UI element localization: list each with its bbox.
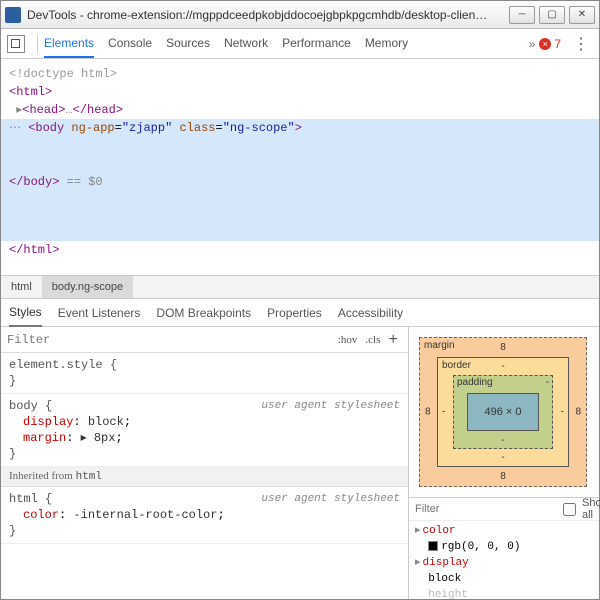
rule-body[interactable]: user agent stylesheet body { display: bl… <box>1 394 408 467</box>
rule-html[interactable]: user agent stylesheet html { color: -int… <box>1 487 408 544</box>
crumb-html[interactable]: html <box>1 276 42 298</box>
body-node-selected[interactable]: ⋯ <body ng-app="zjapp" class="ng-scope">… <box>1 119 599 241</box>
hov-toggle[interactable]: :hov <box>334 334 362 346</box>
swatch-icon <box>428 541 438 551</box>
subtab-properties[interactable]: Properties <box>267 300 322 326</box>
box-model[interactable]: margin 8 8 8 8 border - - - - padding - … <box>409 327 599 497</box>
computed-row[interactable]: height <box>415 587 593 599</box>
new-rule-icon[interactable]: + <box>384 331 402 349</box>
cls-toggle[interactable]: .cls <box>361 334 384 346</box>
window-titlebar: DevTools - chrome-extension://mgppdceedp… <box>1 1 599 29</box>
subtab-event-listeners[interactable]: Event Listeners <box>58 300 141 326</box>
computed-list: ▸color rgb(0, 0, 0) ▸display block heigh… <box>409 521 599 599</box>
kebab-menu-icon[interactable]: ⋮ <box>569 34 593 54</box>
computed-row[interactable]: ▸display block <box>415 555 593 587</box>
head-node[interactable]: ▸<head>…</head> <box>9 101 591 119</box>
app-icon <box>5 7 21 23</box>
tab-memory[interactable]: Memory <box>365 29 408 58</box>
window-buttons: ─ ▢ ✕ <box>509 6 595 24</box>
tab-performance[interactable]: Performance <box>282 29 351 58</box>
box-model-column: margin 8 8 8 8 border - - - - padding - … <box>409 327 599 599</box>
styles-subtabs: Styles Event Listeners DOM Breakpoints P… <box>1 299 599 327</box>
tab-network[interactable]: Network <box>224 29 268 58</box>
tab-console[interactable]: Console <box>108 29 152 58</box>
breadcrumb: html body.ng-scope <box>1 275 599 299</box>
computed-row[interactable]: ▸color rgb(0, 0, 0) <box>415 523 593 555</box>
inherited-from: Inherited from html <box>1 467 408 487</box>
subtab-styles[interactable]: Styles <box>9 299 42 327</box>
devtools-toolbar: Elements Console Sources Network Perform… <box>1 29 599 59</box>
content-layer: 496 × 0 <box>467 393 539 431</box>
lower-pane: :hov .cls + element.style { } user agent… <box>1 327 599 599</box>
show-all-checkbox[interactable] <box>563 503 576 516</box>
main-tabs: Elements Console Sources Network Perform… <box>44 29 525 58</box>
styles-list: element.style { } user agent stylesheet … <box>1 353 408 599</box>
crumb-body[interactable]: body.ng-scope <box>42 276 133 298</box>
error-icon: × <box>539 38 551 50</box>
doctype[interactable]: <!doctype html> <box>9 65 591 83</box>
minimize-button[interactable]: ─ <box>509 6 535 24</box>
tab-elements[interactable]: Elements <box>44 29 94 58</box>
styles-filter-bar: :hov .cls + <box>1 327 408 353</box>
computed-filter-bar: Show all <box>409 497 599 521</box>
tabs-overflow-icon[interactable]: » <box>525 37 540 51</box>
html-close[interactable]: </html> <box>9 241 591 259</box>
error-count: 7 <box>554 37 561 51</box>
close-button[interactable]: ✕ <box>569 6 595 24</box>
dom-tree[interactable]: <!doctype html> <html> ▸<head>…</head> ⋯… <box>1 59 599 275</box>
separator <box>37 35 38 53</box>
maximize-button[interactable]: ▢ <box>539 6 565 24</box>
window-title: DevTools - chrome-extension://mgppdceedp… <box>27 8 503 22</box>
styles-filter-input[interactable] <box>7 333 334 347</box>
subtab-dom-breakpoints[interactable]: DOM Breakpoints <box>156 300 251 326</box>
rule-element-style[interactable]: element.style { } <box>1 353 408 394</box>
subtab-accessibility[interactable]: Accessibility <box>338 300 403 326</box>
styles-column: :hov .cls + element.style { } user agent… <box>1 327 409 599</box>
error-badge[interactable]: × 7 <box>539 37 561 51</box>
html-open[interactable]: <html> <box>9 83 591 101</box>
computed-filter-input[interactable] <box>415 503 557 515</box>
show-all-label: Show all <box>582 497 600 521</box>
inspect-icon[interactable] <box>7 35 25 53</box>
tab-sources[interactable]: Sources <box>166 29 210 58</box>
